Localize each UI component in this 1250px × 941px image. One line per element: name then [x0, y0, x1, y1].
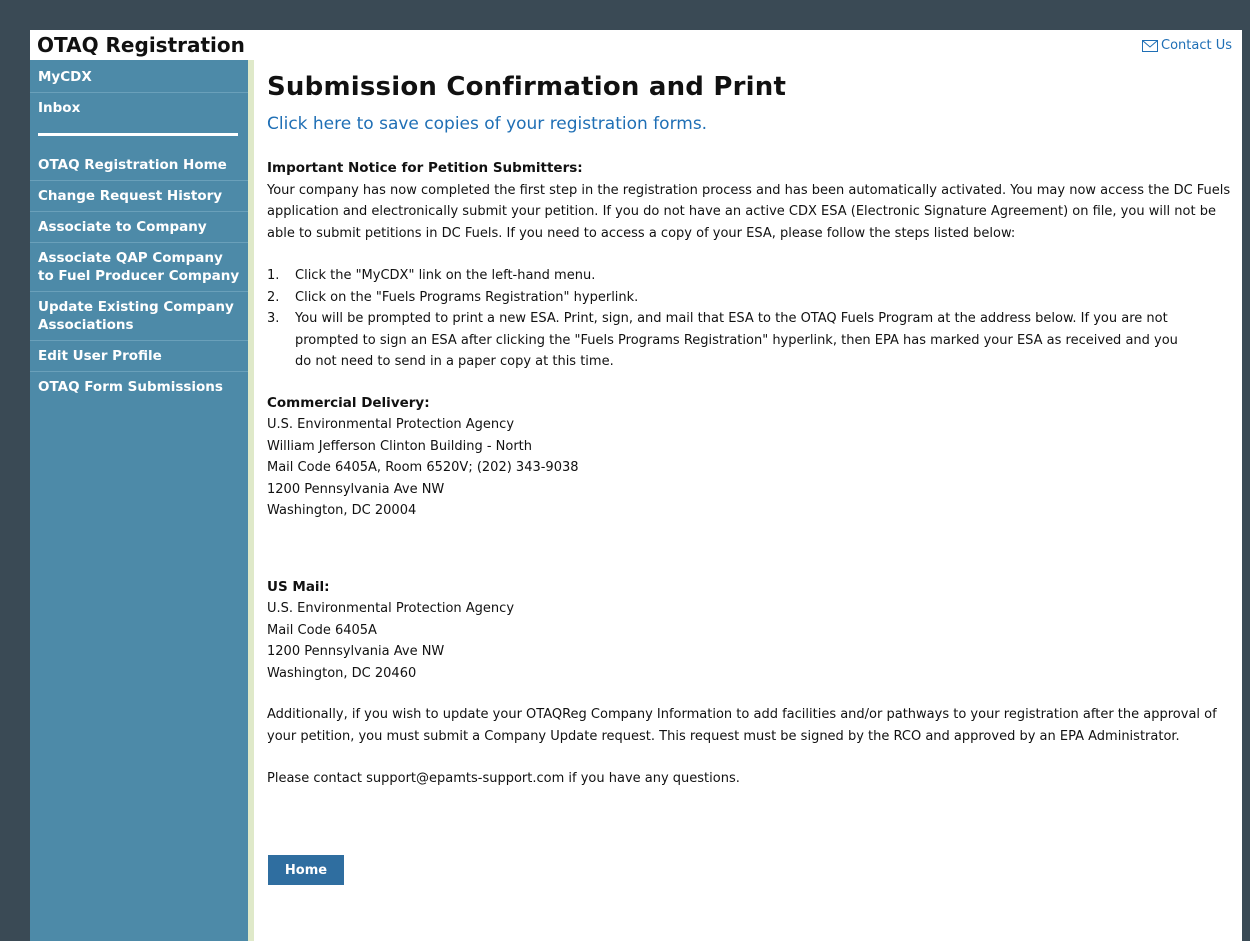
notice-heading: Important Notice for Petition Submitters…	[267, 160, 583, 176]
envelope-icon	[1142, 39, 1158, 52]
address-line: Mail Code 6405A	[267, 622, 377, 638]
sidebar-divider	[38, 133, 238, 136]
step-number: 1.	[267, 268, 280, 283]
list-item: 2. Click on the "Fuels Programs Registra…	[267, 287, 1235, 309]
sidebar-item-inbox[interactable]: Inbox	[30, 93, 248, 123]
step-text: Click the "MyCDX" link on the left-hand …	[295, 268, 596, 283]
commercial-heading: Commercial Delivery:	[267, 394, 430, 411]
content-divider	[248, 60, 254, 941]
address-line: U.S. Environmental Protection Agency	[267, 601, 515, 616]
contact-info-text: Please contact support@epamts-support.co…	[267, 771, 740, 786]
notice-section: Important Notice for Petition Submitters…	[267, 158, 1235, 244]
address-line: Washington, DC 20460	[267, 665, 417, 681]
contact-us-link[interactable]: Contact Us	[1142, 38, 1232, 53]
us-mail-heading: US Mail:	[267, 578, 330, 595]
commercial-delivery-section: Commercial Delivery: U.S. Environmental …	[267, 393, 1235, 522]
contact-us-label: Contact Us	[1161, 38, 1232, 53]
sidebar-item-otaq-registration-home[interactable]: OTAQ Registration Home	[30, 150, 248, 181]
additional-info-text: Additionally, if you wish to update your…	[267, 707, 1217, 744]
address-line: Washington, DC 20004	[267, 503, 417, 518]
sidebar: MyCDX Inbox OTAQ Registration Home Chang…	[30, 60, 248, 941]
top-bar: OTAQ Registration Contact Us	[30, 30, 1242, 60]
app-window: OTAQ Registration Contact Us MyCDX Inbox…	[30, 30, 1242, 941]
page-title: Submission Confirmation and Print	[267, 72, 787, 102]
home-button[interactable]: Home	[268, 855, 344, 885]
sidebar-item-associate-qap-company[interactable]: Associate QAP Company to Fuel Producer C…	[30, 243, 248, 292]
address-line: Mail Code 6405A, Room 6520V; (202) 343-9…	[267, 460, 579, 475]
step-text: You will be prompted to print a new ESA.…	[295, 311, 1178, 369]
list-item: 1. Click the "MyCDX" link on the left-ha…	[267, 265, 1235, 287]
steps-list: 1. Click the "MyCDX" link on the left-ha…	[267, 265, 1235, 373]
sidebar-item-mycdx[interactable]: MyCDX	[30, 60, 248, 93]
step-number: 3.	[267, 311, 280, 326]
address-line: U.S. Environmental Protection Agency	[267, 417, 515, 432]
main-content: Submission Confirmation and Print Click …	[260, 60, 1235, 790]
us-mail-section: US Mail: U.S. Environmental Protection A…	[267, 577, 1235, 685]
address-line: 1200 Pennsylvania Ave NW	[267, 481, 445, 497]
notice-text: Your company has now completed the first…	[267, 182, 1231, 241]
steps-section: 1. Click the "MyCDX" link on the left-ha…	[267, 265, 1235, 373]
address-line: William Jefferson Clinton Building - Nor…	[267, 438, 533, 454]
step-number: 2.	[267, 289, 280, 305]
sidebar-item-update-existing-associations[interactable]: Update Existing Company Associations	[30, 292, 248, 341]
sidebar-item-otaq-form-submissions[interactable]: OTAQ Form Submissions	[30, 372, 248, 402]
save-forms-link[interactable]: Click here to save copies of your regist…	[267, 114, 1235, 134]
step-text: Click on the "Fuels Programs Registratio…	[295, 289, 639, 305]
sidebar-item-edit-user-profile[interactable]: Edit User Profile	[30, 341, 248, 372]
app-title: OTAQ Registration	[37, 33, 245, 57]
list-item: 3. You will be prompted to print a new E…	[267, 308, 1235, 373]
sidebar-item-associate-to-company[interactable]: Associate to Company	[30, 212, 248, 243]
sidebar-item-change-request-history[interactable]: Change Request History	[30, 181, 248, 212]
address-line: 1200 Pennsylvania Ave NW	[267, 644, 445, 659]
